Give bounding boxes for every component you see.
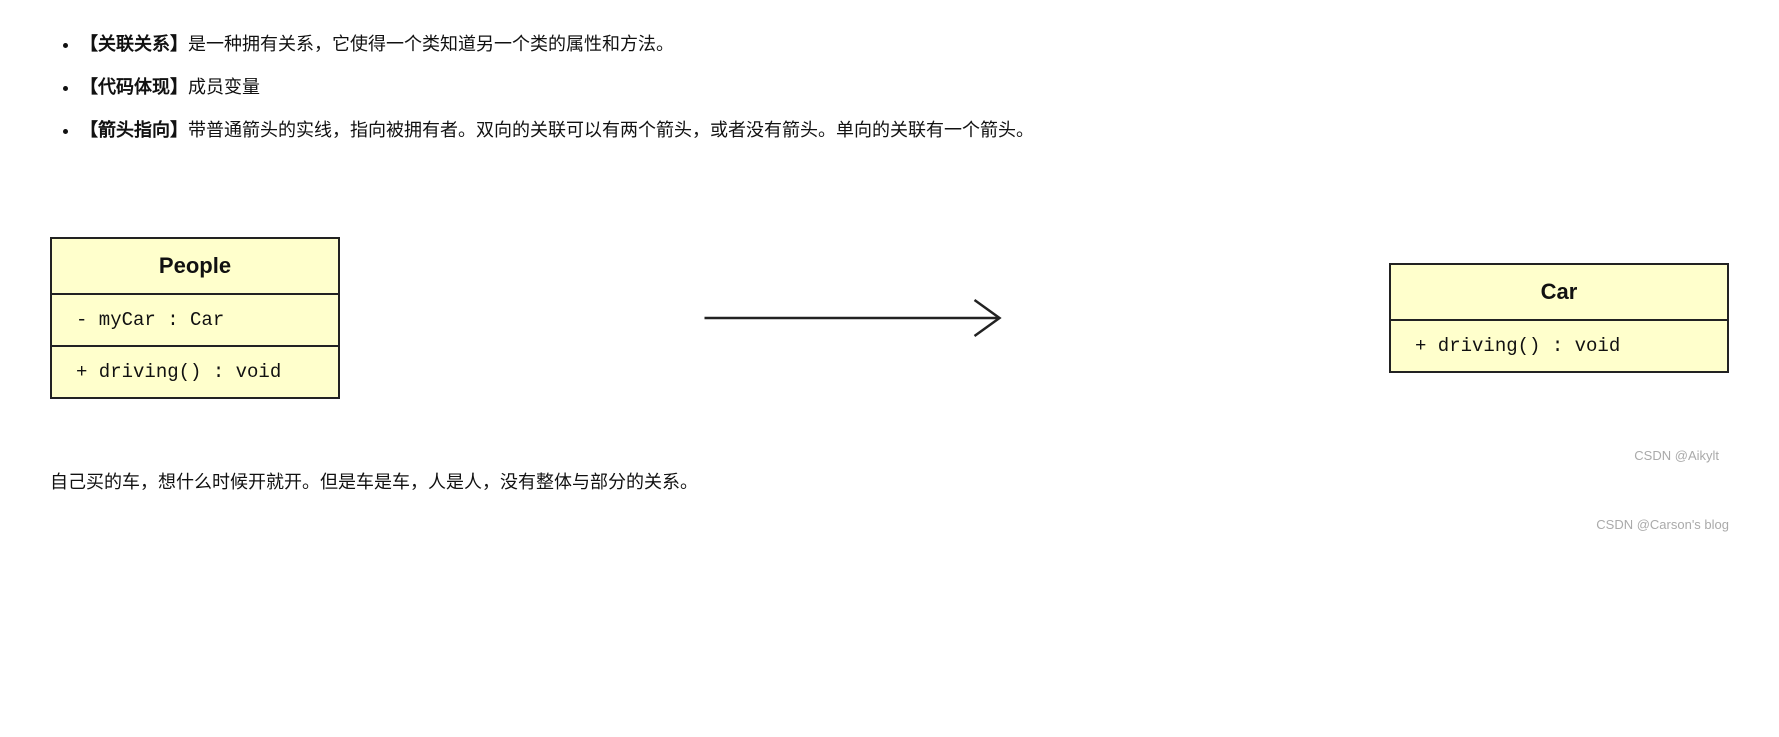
- uml-diagram-wrapper: People - myCar : Car + driving() : void …: [50, 158, 1729, 468]
- bullet-item-3: 【箭头指向】带普通箭头的实线，指向被拥有者。双向的关联可以有两个箭头，或者没有箭…: [80, 116, 1729, 145]
- people-class-box: People - myCar : Car + driving() : void: [50, 237, 340, 399]
- arrow-container: [340, 198, 1389, 438]
- association-arrow: [340, 288, 1389, 348]
- car-method-row: + driving() : void: [1391, 321, 1727, 371]
- people-class-title: People: [52, 239, 338, 295]
- bullet-keyword-1: 【关联关系】: [80, 34, 188, 54]
- diagram-watermark: CSDN @Aikylt: [1634, 448, 1719, 463]
- bullet-item-2: 【代码体现】成员变量: [80, 73, 1729, 102]
- bullet-item-1: 【关联关系】是一种拥有关系，它使得一个类知道另一个类的属性和方法。: [80, 30, 1729, 59]
- bullet-keyword-2: 【代码体现】: [80, 77, 188, 97]
- car-class-box: Car + driving() : void: [1389, 263, 1729, 373]
- bullet-text-1: 是一种拥有关系，它使得一个类知道另一个类的属性和方法。: [188, 34, 674, 54]
- people-method-row: + driving() : void: [52, 347, 338, 397]
- bullet-text-3: 带普通箭头的实线，指向被拥有者。双向的关联可以有两个箭头，或者没有箭头。单向的关…: [188, 120, 1034, 140]
- people-attribute-row: - myCar : Car: [52, 295, 338, 347]
- bullet-text-2: 成员变量: [188, 77, 260, 97]
- footer-text: 自己买的车，想什么时候开就开。但是车是车，人是人，没有整体与部分的关系。: [50, 468, 1729, 497]
- bullet-list: 【关联关系】是一种拥有关系，它使得一个类知道另一个类的属性和方法。 【代码体现】…: [50, 30, 1729, 144]
- bullet-keyword-3: 【箭头指向】: [80, 120, 188, 140]
- uml-diagram: People - myCar : Car + driving() : void …: [50, 198, 1729, 438]
- car-class-title: Car: [1391, 265, 1727, 321]
- outer-watermark: CSDN @Carson's blog: [50, 517, 1729, 532]
